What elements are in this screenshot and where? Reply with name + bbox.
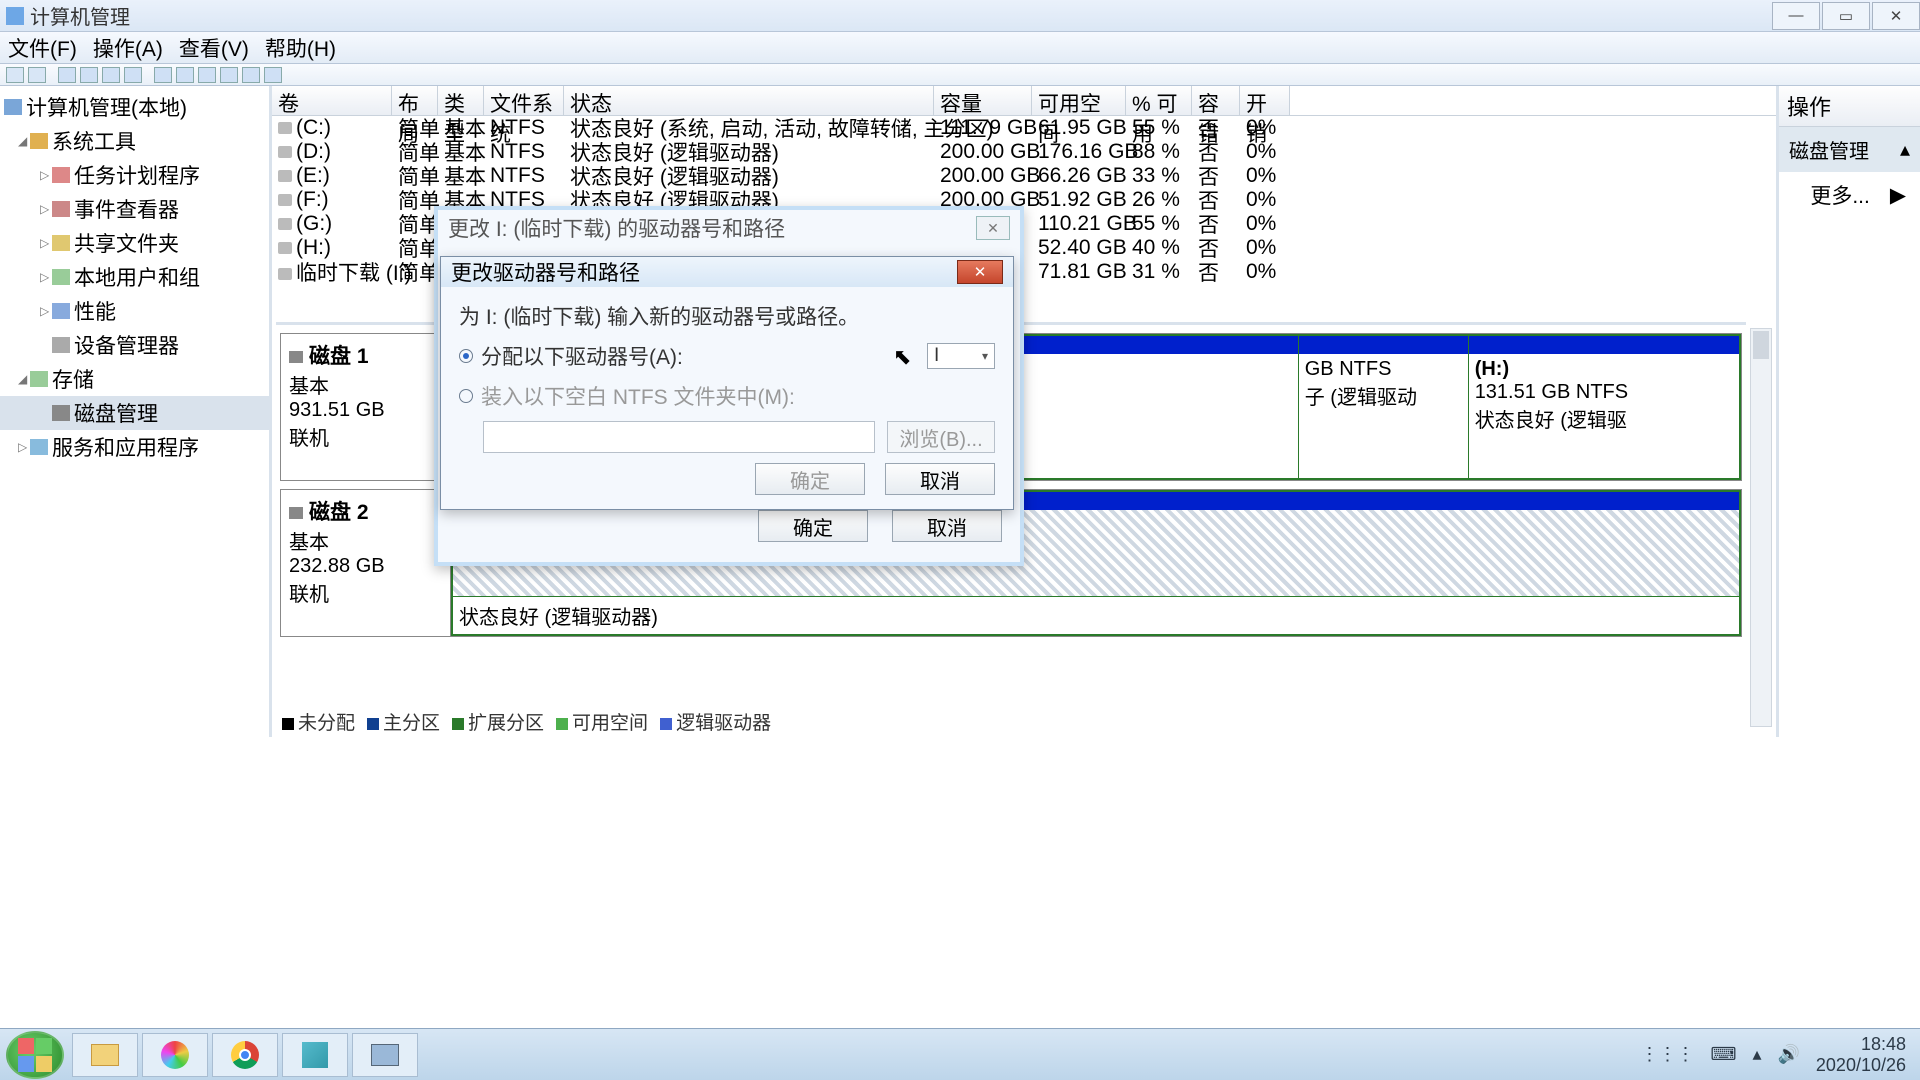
sound-icon[interactable]: 🔊 (1777, 1044, 1799, 1065)
table-row[interactable]: (C:)简单基本NTFS状态良好 (系统, 启动, 活动, 故障转储, 主分区)… (272, 116, 1776, 140)
toolbar-icon[interactable] (124, 67, 142, 83)
change-letter-dialog-inner: 更改驱动器号和路径 ✕ 为 I: (临时下载) 输入新的驱动器号或路径。 分配以… (440, 256, 1014, 510)
volume-table-header: 卷 布局 类型 文件系统 状态 容量 可用空间 % 可用 容错 开销 (272, 86, 1776, 116)
dialog2-ok-button[interactable]: 确定 (755, 463, 865, 495)
tree-users[interactable]: ▷本地用户和组 (0, 260, 269, 294)
keyboard-icon[interactable]: ⌨ (1710, 1044, 1736, 1065)
disk-2-info: 磁盘 2 基本 232.88 GB 联机 (281, 490, 451, 636)
taskbar: ⋮⋮⋮ ⌨ ▴ 🔊 18:48 2020/10/26 (0, 1028, 1920, 1080)
start-button[interactable] (6, 1031, 64, 1079)
minimize-button[interactable]: — (1772, 2, 1820, 30)
chevron-down-icon: ▾ (982, 349, 988, 363)
drive-letter-combo[interactable]: I▾ (927, 343, 995, 369)
col-status[interactable]: 状态 (564, 86, 934, 115)
actions-pane: 操作 磁盘管理▴ 更多...▶ (1776, 86, 1920, 737)
tree-systools[interactable]: ◢系统工具 (0, 124, 269, 158)
menu-view[interactable]: 查看(V) (179, 33, 249, 63)
col-pct[interactable]: % 可用 (1126, 86, 1192, 115)
window-titlebar: 计算机管理 — ▭ ✕ (0, 0, 1920, 32)
col-fs[interactable]: 文件系统 (484, 86, 564, 115)
toolbar-icon[interactable] (198, 67, 216, 83)
forward-icon[interactable] (28, 67, 46, 83)
col-overhead[interactable]: 开销 (1240, 86, 1290, 115)
disk-icon (289, 507, 303, 519)
dialog2-close-button[interactable]: ✕ (957, 260, 1003, 284)
taskbar-compmgmt-icon[interactable] (352, 1033, 418, 1077)
tree-root[interactable]: 计算机管理(本地) (0, 90, 269, 124)
close-button[interactable]: ✕ (1872, 2, 1920, 30)
actions-more[interactable]: 更多...▶ (1779, 172, 1920, 218)
col-cap[interactable]: 容量 (934, 86, 1032, 115)
disk-icon (289, 351, 303, 363)
taskbar-chrome-icon[interactable] (212, 1033, 278, 1077)
tree-devmgr[interactable]: 设备管理器 (0, 328, 269, 362)
clock[interactable]: 18:48 2020/10/26 (1816, 1034, 1906, 1075)
chevron-right-icon: ▶ (1890, 183, 1906, 208)
toolbar-icon[interactable] (220, 67, 238, 83)
actions-header: 操作 (1779, 86, 1920, 127)
radio-on-icon (459, 349, 473, 363)
tree-scheduler[interactable]: ▷任务计划程序 (0, 158, 269, 192)
scrollbar[interactable] (1750, 328, 1772, 727)
dialog2-cancel-button[interactable]: 取消 (885, 463, 995, 495)
table-row[interactable]: (E:)简单基本NTFS状态良好 (逻辑驱动器)200.00 GB66.26 G… (272, 164, 1776, 188)
toolbar-icon[interactable] (102, 67, 120, 83)
radio-off-icon (459, 389, 473, 403)
browse-button: 浏览(B)... (887, 421, 995, 453)
dialog1-close-button[interactable]: ✕ (976, 216, 1010, 240)
col-vol[interactable]: 卷 (272, 86, 392, 115)
menu-help[interactable]: 帮助(H) (265, 33, 336, 63)
col-fault[interactable]: 容错 (1192, 86, 1240, 115)
tray-icon[interactable]: ⋮⋮⋮ (1640, 1044, 1694, 1065)
partition-g[interactable]: GB NTFS子 (逻辑驱动 (1299, 336, 1469, 478)
toolbar-icon[interactable] (242, 67, 260, 83)
actions-diskmgmt[interactable]: 磁盘管理▴ (1779, 127, 1920, 172)
tree-services[interactable]: ▷服务和应用程序 (0, 430, 269, 464)
back-icon[interactable] (6, 67, 24, 83)
table-row[interactable]: (D:)简单基本NTFS状态良好 (逻辑驱动器)200.00 GB176.16 … (272, 140, 1776, 164)
toolbar-icon[interactable] (264, 67, 282, 83)
dialog1-title: 更改 I: (临时下载) 的驱动器号和路径 (448, 213, 785, 243)
dialog2-title: 更改驱动器号和路径 (451, 257, 640, 287)
radio-assign-letter[interactable]: 分配以下驱动器号(A): I▾ (459, 341, 995, 371)
dialog2-prompt: 为 I: (临时下载) 输入新的驱动器号或路径。 (459, 301, 995, 331)
taskbar-browser1-icon[interactable] (142, 1033, 208, 1077)
chevron-up-icon: ▴ (1900, 137, 1910, 162)
dialog1-cancel-button[interactable]: 取消 (892, 510, 1002, 542)
window-title: 计算机管理 (30, 1, 130, 30)
maximize-button[interactable]: ▭ (1822, 2, 1870, 30)
toolbar (0, 64, 1920, 86)
col-layout[interactable]: 布局 (392, 86, 438, 115)
tree-diskmgmt[interactable]: 磁盘管理 (0, 396, 269, 430)
taskbar-explorer-icon[interactable] (72, 1033, 138, 1077)
tree-eventviewer[interactable]: ▷事件查看器 (0, 192, 269, 226)
legend: 未分配 主分区 扩展分区 可用空间 逻辑驱动器 (282, 708, 771, 733)
navigation-tree: 计算机管理(本地) ◢系统工具 ▷任务计划程序 ▷事件查看器 ▷共享文件夹 ▷本… (0, 86, 272, 737)
partition-h[interactable]: (H:)131.51 GB NTFS状态良好 (逻辑驱 (1469, 336, 1739, 478)
toolbar-icon[interactable] (58, 67, 76, 83)
menu-action[interactable]: 操作(A) (93, 33, 163, 63)
col-free[interactable]: 可用空间 (1032, 86, 1126, 115)
toolbar-icon[interactable] (154, 67, 172, 83)
tree-shared[interactable]: ▷共享文件夹 (0, 226, 269, 260)
col-type[interactable]: 类型 (438, 86, 484, 115)
app-icon (6, 7, 24, 25)
toolbar-icon[interactable] (176, 67, 194, 83)
tree-perf[interactable]: ▷性能 (0, 294, 269, 328)
disk-1-info: 磁盘 1 基本 931.51 GB 联机 (281, 334, 451, 480)
toolbar-icon[interactable] (80, 67, 98, 83)
radio-mount-folder[interactable]: 装入以下空白 NTFS 文件夹中(M): (459, 381, 995, 411)
taskbar-app1-icon[interactable] (282, 1033, 348, 1077)
dialog1-ok-button[interactable]: 确定 (758, 510, 868, 542)
mount-path-input (483, 421, 875, 453)
tree-storage[interactable]: ◢存储 (0, 362, 269, 396)
chevron-up-icon[interactable]: ▴ (1752, 1044, 1761, 1065)
menu-file[interactable]: 文件(F) (8, 33, 77, 63)
menubar: 文件(F) 操作(A) 查看(V) 帮助(H) (0, 32, 1920, 64)
